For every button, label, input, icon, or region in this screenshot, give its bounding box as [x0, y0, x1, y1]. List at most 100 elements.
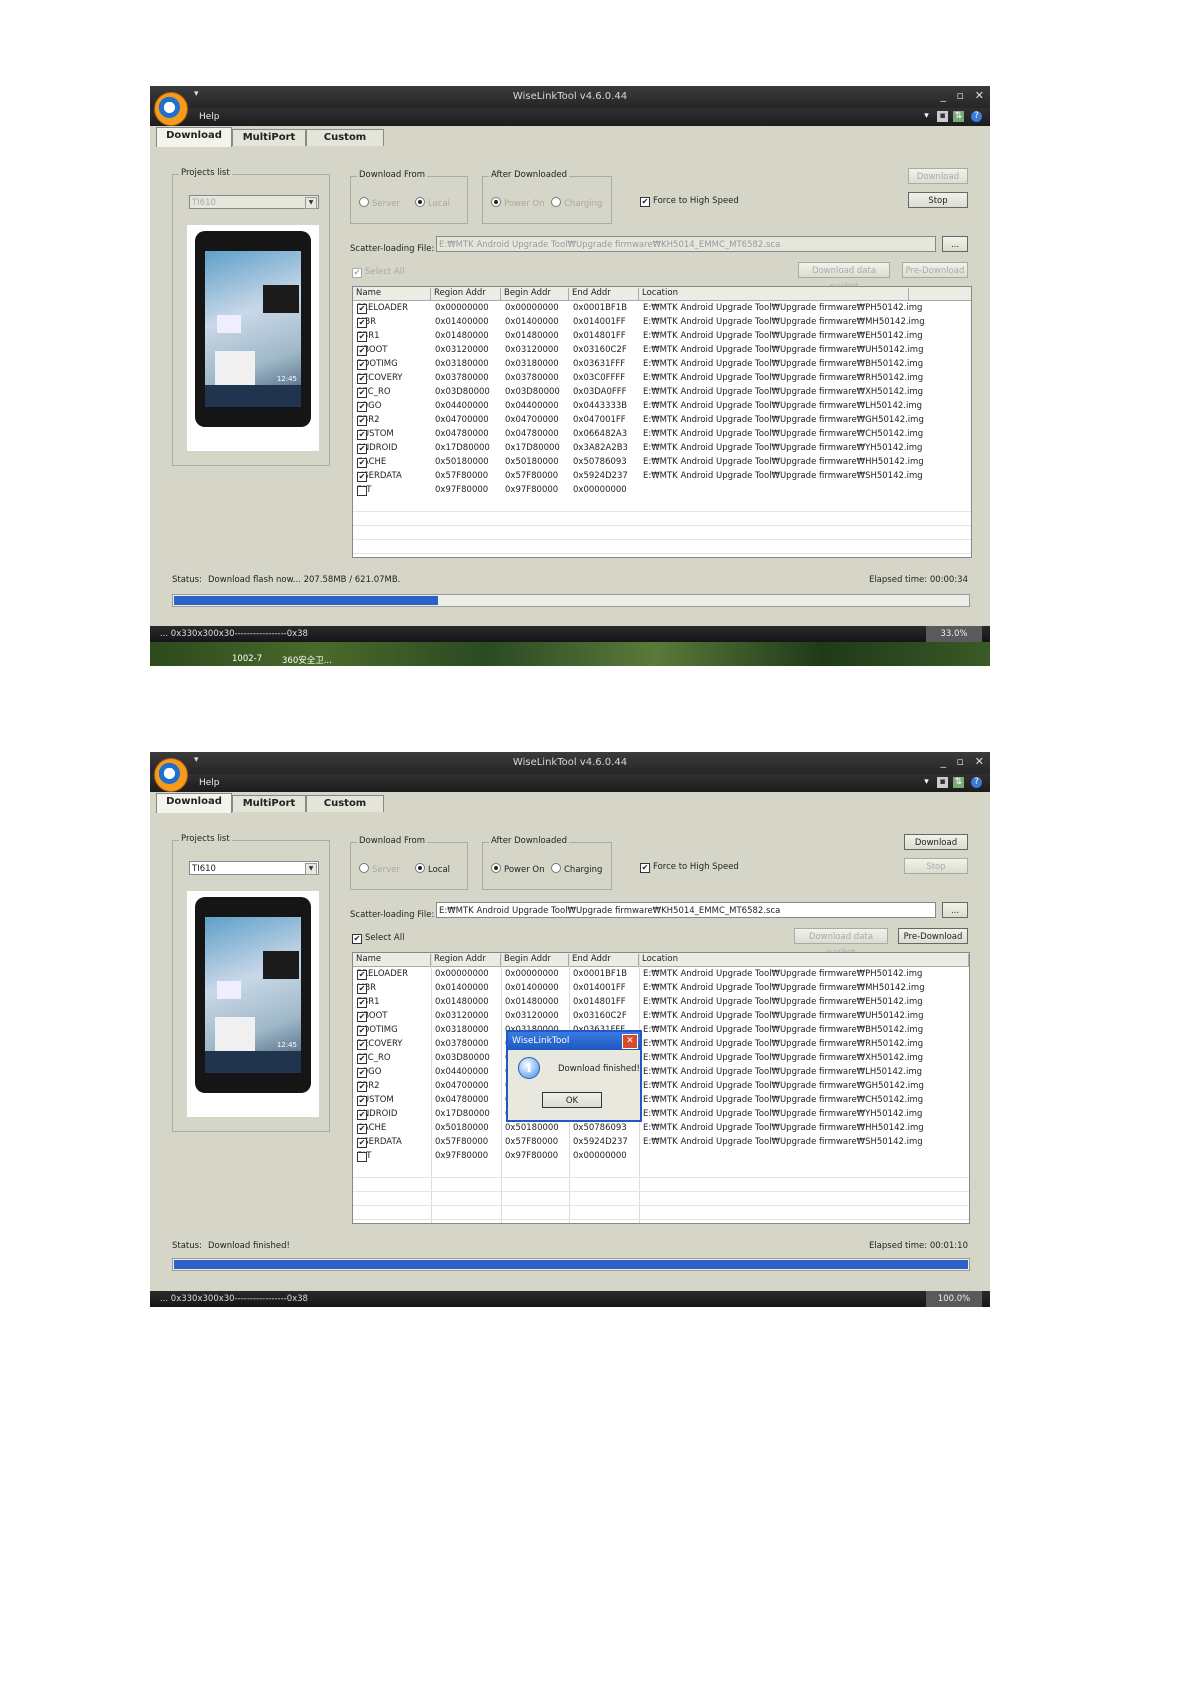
project-select[interactable]: TI610 ▼ [189, 861, 319, 875]
download-data-packet-button[interactable]: Download data packet [794, 928, 888, 958]
select-all-checkbox[interactable]: ✔ Select All [352, 933, 404, 944]
tab-download[interactable]: Download [156, 793, 232, 813]
row-name-cell[interactable]: ✔ BOOTIMG [357, 1025, 398, 1036]
row-name-cell[interactable]: ✔ ANDROID [357, 443, 397, 454]
ok-button[interactable]: OK [542, 1092, 602, 1108]
table-row[interactable]: FAT 0x97F80000 0x97F80000 0x00000000 [353, 484, 971, 498]
row-name-cell[interactable]: ✔ LOGO [357, 401, 381, 412]
tab-download[interactable]: Download [156, 127, 232, 147]
row-checkbox[interactable]: ✔ [357, 346, 367, 356]
row-checkbox[interactable]: ✔ [357, 374, 367, 384]
row-name-cell[interactable]: ✔ LOGO [357, 1067, 381, 1078]
pre-download-button[interactable]: Pre-Download [898, 928, 968, 944]
row-name-cell[interactable]: ✔ USERDATA [357, 1137, 402, 1148]
table-row[interactable]: ✔MBR 0x01400000 0x01400000 0x014001FF E:₩MTK… [353, 316, 971, 330]
table-row[interactable]: ✔ USERDATA 0x57F80000 0x57F80000 0x5924D237 E… [353, 470, 971, 484]
row-name-cell[interactable]: ✔ PRELOADER [357, 303, 408, 314]
row-checkbox[interactable]: ✔ [357, 1068, 367, 1078]
row-name-cell[interactable]: ✔ CUSTOM [357, 429, 394, 440]
table-row[interactable]: ✔EBR2 0x04700000 0x04700000 0x047001FF E:₩MT… [353, 414, 971, 428]
row-checkbox[interactable]: ✔ [357, 1110, 367, 1120]
minimize-button[interactable]: _ [941, 755, 947, 768]
stop-button[interactable]: Stop [908, 192, 968, 208]
radio-server[interactable]: Server [359, 863, 400, 875]
table-row[interactable]: ✔ UBOOT 0x03120000 0x03120000 0x03160C2F E:₩M… [353, 344, 971, 358]
row-checkbox[interactable]: ✔ [357, 430, 367, 440]
select-all-checkbox[interactable]: ✔ Select All [352, 267, 404, 278]
table-row[interactable]: ✔ EBR1 0x01480000 0x01480000 0x014801FF E:₩MT… [353, 330, 971, 344]
row-checkbox[interactable]: ✔ [357, 416, 367, 426]
force-high-speed-checkbox[interactable]: ✔ Force to High Speed [640, 196, 739, 207]
table-row[interactable]: FAT 0x97F80000 0x97F80000 0x00000000 [353, 1150, 969, 1164]
table-row[interactable]: ✔ UBOOT 0x03120000 0x03120000 0x03160C2F E:₩M… [353, 1010, 969, 1024]
tab-multiport[interactable]: MultiPort [232, 795, 306, 812]
row-checkbox[interactable]: ✔ [357, 444, 367, 454]
row-checkbox[interactable]: ✔ [357, 1082, 367, 1092]
row-name-cell[interactable]: ✔ UBOOT [357, 345, 387, 356]
row-name-cell[interactable]: ✔ SEC_RO [357, 387, 391, 398]
table-row[interactable]: ✔ EBR1 0x01480000 0x01480000 0x014801FF E:₩MT… [353, 996, 969, 1010]
row-checkbox[interactable]: ✔ [357, 360, 367, 370]
row-name-cell[interactable]: ✔ CACHE [357, 457, 386, 468]
row-name-cell[interactable]: ✔ PRELOADER [357, 969, 408, 980]
close-button[interactable]: ✕ [975, 89, 984, 102]
desktop-item-2[interactable]: 360安全卫... [282, 654, 332, 666]
row-name-cell[interactable]: ✔ ANDROID [357, 1109, 397, 1120]
row-checkbox[interactable]: ✔ [357, 998, 367, 1008]
table-row[interactable]: ✔BOOTIMG 0x03180000 0x03180000 0x03631FFF E:… [353, 358, 971, 372]
row-checkbox[interactable] [357, 486, 367, 496]
row-checkbox[interactable]: ✔ [357, 1012, 367, 1022]
tab-multiport[interactable]: MultiPort [232, 129, 306, 146]
radio-power-on[interactable]: Power On [491, 197, 544, 209]
force-high-speed-checkbox[interactable]: ✔ Force to High Speed [640, 862, 739, 873]
row-name-cell[interactable]: ✔ EBR2 [357, 1081, 380, 1092]
row-checkbox[interactable]: ✔ [357, 1124, 367, 1134]
scatter-file-input[interactable]: E:₩MTK Android Upgrade Tool₩Upgrade firm… [436, 236, 936, 252]
table-row[interactable]: ✔SEC_RO0x03D800000x03D800000x03DA0FFFE:₩… [353, 386, 971, 400]
table-row[interactable]: ✔ PRELOADER 0x00000000 0x00000000 0x0001BF1B… [353, 968, 969, 982]
radio-charging[interactable]: Charging [551, 197, 602, 209]
row-checkbox[interactable]: ✔ [357, 318, 367, 328]
row-checkbox[interactable]: ✔ [357, 1054, 367, 1064]
row-name-cell[interactable]: ✔ SEC_RO [357, 1053, 391, 1064]
browse-button[interactable]: ... [942, 902, 968, 918]
minimize-button[interactable]: _ [941, 89, 947, 102]
table-row[interactable]: ✔SEC_RO0x03D800000x03D800000x03DA0FFFE:₩… [353, 1052, 969, 1066]
maximize-button[interactable]: ▫ [957, 89, 964, 102]
radio-local[interactable]: Local [415, 863, 450, 875]
row-name-cell[interactable]: ✔MBR [357, 983, 376, 994]
row-checkbox[interactable]: ✔ [357, 1026, 367, 1036]
table-row[interactable]: ✔MBR 0x01400000 0x01400000 0x014001FF E:₩MTK… [353, 982, 969, 996]
row-name-cell[interactable]: FAT [357, 1151, 371, 1162]
browse-button[interactable]: ... [942, 236, 968, 252]
table-row[interactable]: ✔CUSTOM0x047800000x047800000x066482A3E:₩… [353, 428, 971, 442]
row-name-cell[interactable]: ✔ CUSTOM [357, 1095, 394, 1106]
table-row[interactable]: ✔LOGO 0x04400000 0x04400000 0x0443333B E:₩MT… [353, 400, 971, 414]
radio-charging[interactable]: Charging [551, 863, 602, 875]
table-row[interactable]: ✔ PRELOADER 0x00000000 0x00000000 0x0001BF1B… [353, 302, 971, 316]
table-row[interactable]: ✔ANDROID0x17D800000x17D800000x3A82A2B3E:… [353, 1108, 969, 1122]
row-checkbox[interactable]: ✔ [357, 388, 367, 398]
table-row[interactable]: ✔CUSTOM0x047800000x047800000x066482A3E:₩… [353, 1094, 969, 1108]
options-icon[interactable]: ▾ [921, 777, 932, 788]
row-checkbox[interactable]: ✔ [357, 1096, 367, 1106]
chevron-down-icon[interactable]: ▼ [305, 197, 317, 209]
quick-access-icon[interactable]: ▾ [194, 755, 199, 765]
row-checkbox[interactable]: ✔ [357, 402, 367, 412]
close-button[interactable]: ✕ [975, 755, 984, 768]
tab-custom[interactable]: Custom [306, 795, 384, 812]
menu-help[interactable]: Help [199, 778, 220, 788]
download-button[interactable]: Download [908, 168, 968, 184]
table-row[interactable]: ✔ANDROID0x17D800000x17D800000x3A82A2B3E:… [353, 442, 971, 456]
row-name-cell[interactable]: ✔ CACHE [357, 1123, 386, 1134]
download-data-packet-button[interactable]: Download data packet [798, 262, 890, 292]
network-icon[interactable]: ⇅ [953, 111, 964, 122]
row-name-cell[interactable]: ✔ EBR2 [357, 415, 380, 426]
desktop-item-1[interactable]: 1002-7 [232, 654, 262, 664]
row-checkbox[interactable]: ✔ [357, 1138, 367, 1148]
project-select[interactable]: TI610 ▼ [189, 195, 319, 209]
row-name-cell[interactable]: ✔ EBR1 [357, 997, 380, 1008]
help-icon[interactable]: ? [971, 111, 982, 122]
radio-local[interactable]: Local [415, 197, 450, 209]
radio-server[interactable]: Server [359, 197, 400, 209]
